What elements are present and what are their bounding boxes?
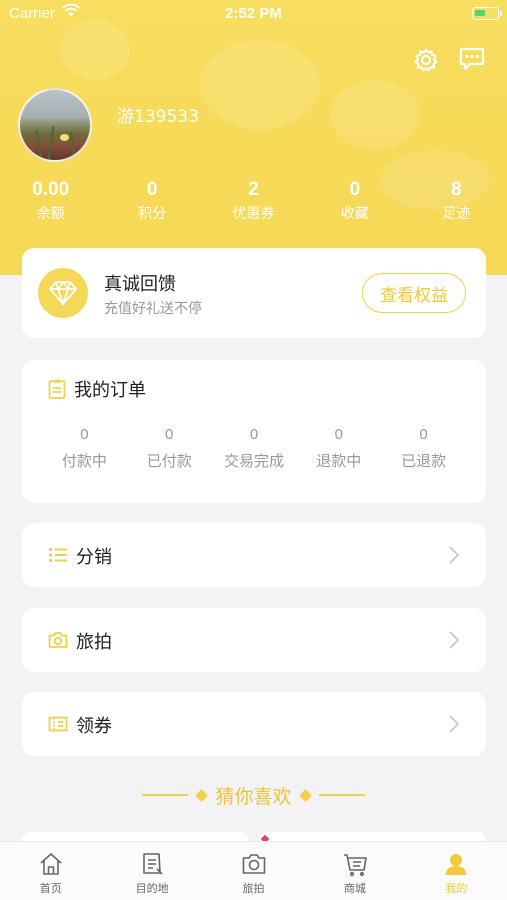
menu-item-distribution[interactable]: 分销 — [22, 523, 486, 587]
cart-icon — [343, 854, 367, 877]
tab-mall[interactable]: 商城 — [304, 842, 405, 900]
vip-benefits-card[interactable]: 真诚回馈 充值好礼送不停 查看权益 — [22, 248, 486, 338]
camera-icon — [48, 632, 68, 648]
stat-points[interactable]: 0 积分 — [101, 178, 202, 228]
list-icon — [49, 548, 67, 562]
background-bokeh — [330, 80, 420, 150]
recommend-title: 猜你喜欢 — [215, 785, 292, 808]
background-bokeh — [200, 40, 320, 130]
messages-button[interactable] — [457, 44, 487, 74]
tab-label: 我的 — [445, 882, 468, 895]
stat-balance[interactable]: 0.00 余额 — [0, 178, 101, 228]
order-status-row: 0 付款中 0 已付款 0 交易完成 0 退款中 0 已退款 — [42, 426, 466, 471]
menu-item-label: 分销 — [76, 547, 112, 568]
tab-travel-photo[interactable]: 旅拍 — [203, 842, 304, 900]
vip-title: 真诚回馈 — [104, 274, 176, 295]
menu-item-label: 旅拍 — [76, 632, 112, 653]
username[interactable]: 游139533 — [117, 102, 199, 127]
order-status-refunded[interactable]: 0 已退款 — [381, 426, 466, 471]
home-icon — [40, 853, 62, 875]
diamond-bullet-icon — [195, 788, 209, 802]
stat-label: 收藏 — [340, 206, 369, 222]
menu-item-travel-photo[interactable]: 旅拍 — [22, 608, 486, 672]
recommend-section-header: 猜你喜欢 — [0, 782, 507, 808]
order-status-label: 已付款 — [146, 452, 192, 470]
clipboard-icon — [48, 379, 66, 399]
stat-label: 积分 — [138, 206, 167, 222]
tab-label: 首页 — [39, 882, 62, 895]
stat-coupons[interactable]: 2 优惠券 — [203, 178, 304, 228]
tab-label: 商城 — [343, 882, 366, 895]
order-status-label: 退款中 — [316, 452, 362, 470]
chevron-right-icon — [449, 715, 460, 733]
stat-value: 0.00 — [32, 179, 70, 200]
orders-title: 我的订单 — [74, 380, 146, 401]
tab-label: 目的地 — [135, 882, 169, 895]
order-status-label: 交易完成 — [223, 452, 284, 470]
order-count: 0 — [419, 426, 428, 443]
menu-item-coupons[interactable]: 领券 — [22, 692, 486, 756]
status-time: 2:52 PM — [225, 5, 282, 22]
menu-item-label: 领券 — [76, 716, 112, 737]
order-status-label: 已退款 — [401, 452, 447, 470]
diamond-icon — [38, 268, 88, 318]
order-status-refunding[interactable]: 0 退款中 — [296, 426, 381, 471]
diamond-bullet-icon — [298, 788, 312, 802]
tab-label: 旅拍 — [242, 882, 265, 895]
order-status-label: 付款中 — [61, 452, 107, 470]
my-orders-card: 我的订单 0 付款中 0 已付款 0 交易完成 0 退款中 0 已退款 — [22, 360, 486, 503]
stat-value: 8 — [451, 179, 462, 200]
chevron-right-icon — [449, 546, 460, 564]
divider — [142, 794, 189, 796]
ticket-icon — [48, 716, 68, 732]
order-count: 0 — [249, 426, 259, 443]
orders-header[interactable]: 我的订单 — [48, 376, 146, 402]
order-count: 0 — [80, 426, 89, 443]
stat-value: 0 — [146, 179, 158, 200]
account-stats: 0.00 余额 0 积分 2 优惠券 0 收藏 8 足迹 — [0, 178, 507, 228]
chevron-right-icon — [449, 631, 460, 649]
settings-button[interactable] — [411, 45, 441, 75]
stat-footprints[interactable]: 8 足迹 — [406, 178, 507, 228]
bottom-tab-bar: 首页 目的地 旅拍 商城 我的 — [0, 841, 507, 900]
order-count: 0 — [165, 426, 174, 443]
stat-label: 优惠券 — [232, 206, 275, 222]
stat-value: 0 — [349, 179, 361, 200]
tab-destination[interactable]: 目的地 — [101, 842, 202, 900]
user-icon — [445, 854, 467, 875]
stat-favorites[interactable]: 0 收藏 — [304, 178, 405, 228]
stat-label: 足迹 — [442, 206, 471, 222]
tab-mine[interactable]: 我的 — [406, 842, 507, 900]
vip-subtitle: 充值好礼送不停 — [104, 301, 202, 317]
chat-bubble-icon — [459, 47, 485, 71]
tab-home[interactable]: 首页 — [0, 842, 101, 900]
order-status-paid[interactable]: 0 已付款 — [127, 426, 212, 471]
order-status-completed[interactable]: 0 交易完成 — [212, 426, 297, 471]
stat-value: 2 — [248, 179, 259, 200]
order-count: 0 — [334, 426, 343, 443]
camera-icon — [242, 854, 265, 874]
destination-icon — [143, 853, 163, 875]
divider — [318, 794, 365, 796]
order-status-pending-payment[interactable]: 0 付款中 — [42, 426, 127, 471]
stat-label: 余额 — [36, 206, 65, 222]
gear-icon — [414, 48, 438, 72]
status-bar: Carrier 2:52 PM — [0, 0, 507, 28]
view-benefits-button[interactable]: 查看权益 — [362, 273, 466, 313]
battery-icon — [472, 7, 502, 20]
avatar[interactable] — [18, 88, 92, 162]
background-bokeh — [60, 20, 130, 80]
